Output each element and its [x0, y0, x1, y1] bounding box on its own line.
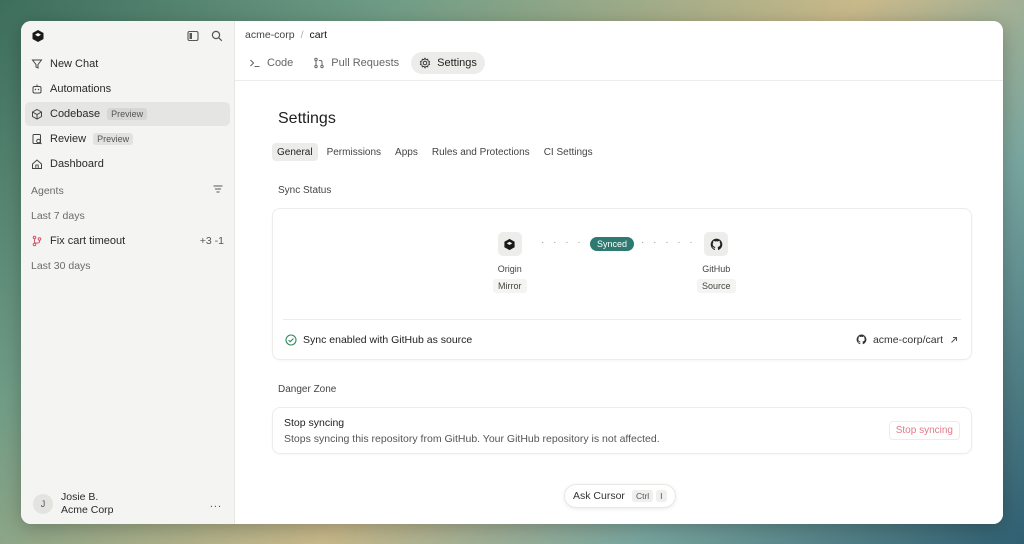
breadcrumb-org[interactable]: acme-corp: [245, 29, 295, 41]
repo-link[interactable]: acme-corp/cart: [856, 334, 959, 346]
automations-icon: [32, 84, 42, 94]
agents-heading: Agents: [21, 178, 234, 203]
tab-label: Settings: [437, 56, 477, 69]
subtab-apps[interactable]: Apps: [390, 143, 423, 161]
ask-label: Ask Cursor: [573, 490, 625, 502]
sidebar-item-label: Review: [50, 133, 87, 145]
sidebar: New Chat Automations Codebase Preview Re…: [21, 21, 235, 524]
preview-badge: Preview: [107, 108, 148, 120]
sync-status-heading: Sync Status: [278, 185, 332, 196]
subtab-permissions[interactable]: Permissions: [322, 143, 386, 161]
review-icon: [32, 134, 42, 145]
github-icon: [704, 232, 729, 256]
sync-status-card: Origin Mirror · · · · · Synced · · · · ·…: [272, 208, 972, 360]
sync-footer: Sync enabled with GitHub as source acme-…: [283, 319, 961, 359]
sidebar-item-dashboard[interactable]: Dashboard: [25, 152, 230, 176]
danger-zone-card: Stop syncing Stops syncing this reposito…: [272, 407, 972, 454]
last-30-days-heading: Last 30 days: [31, 259, 91, 272]
danger-description: Stops syncing this repository from GitHu…: [284, 433, 660, 445]
breadcrumb-repo[interactable]: cart: [310, 29, 328, 41]
main-panel: acme-corp / cart Code Pull Requests Sett…: [235, 21, 1003, 524]
filter-icon[interactable]: [212, 183, 224, 198]
origin-node: Origin Mirror: [493, 232, 527, 293]
terminal-icon: [250, 59, 260, 67]
home-icon: [32, 159, 42, 169]
agent-task-item[interactable]: Fix cart timeout +3 -1: [25, 228, 230, 253]
sync-message: Sync enabled with GitHub as source: [303, 333, 473, 346]
sidebar-item-label: Automations: [50, 83, 112, 95]
user-org: Acme Corp: [61, 504, 114, 516]
user-profile[interactable]: J Josie B. Acme Corp ...: [21, 484, 234, 524]
sync-dots-left: · · · · ·: [541, 237, 596, 248]
codebase-icon: [32, 108, 42, 120]
breadcrumb-separator: /: [300, 29, 304, 41]
check-circle-icon: [285, 333, 297, 346]
subtab-rules-and-protections[interactable]: Rules and Protections: [427, 143, 535, 161]
tab-label: Pull Requests: [331, 56, 400, 69]
danger-zone-heading: Danger Zone: [278, 384, 337, 395]
gear-icon: [419, 56, 431, 69]
tab-code[interactable]: Code: [241, 52, 301, 74]
tab-label: Code: [267, 56, 294, 69]
sidebar-item-automations[interactable]: Automations: [25, 77, 230, 101]
settings-content: Settings General Permissions Apps Rules …: [272, 80, 972, 454]
danger-title: Stop syncing: [284, 417, 345, 429]
new-chat-icon: [31, 59, 43, 69]
synced-badge: Synced: [590, 237, 635, 251]
repo-link-label: acme-corp/cart: [872, 333, 943, 346]
subtab-ci-settings[interactable]: CI Settings: [539, 143, 598, 161]
page-title: Settings: [278, 110, 336, 127]
stop-syncing-button[interactable]: Stop syncing: [888, 421, 960, 440]
repo-tabs: Code Pull Requests Settings: [235, 49, 1003, 81]
app-window: New Chat Automations Codebase Preview Re…: [21, 21, 1003, 524]
last-7-days-heading: Last 7 days: [31, 209, 85, 222]
branch-icon: [32, 235, 42, 246]
github-node: GitHub Source: [697, 232, 736, 293]
avatar: J: [33, 494, 53, 514]
subtab-general[interactable]: General: [272, 143, 318, 161]
shortcut-key-ctrl: Ctrl: [631, 490, 654, 502]
sidebar-header: [21, 21, 234, 51]
ask-cursor-button[interactable]: Ask Cursor Ctrl I: [564, 484, 676, 508]
breadcrumb: acme-corp / cart: [235, 21, 1003, 49]
sidebar-item-review[interactable]: Review Preview: [25, 127, 230, 151]
sidebar-item-label: New Chat: [50, 58, 99, 70]
shortcut-key-i: I: [656, 490, 667, 502]
github-tag: Source: [697, 279, 736, 293]
sync-dots-right: · · · · ·: [641, 237, 696, 248]
more-options-icon[interactable]: ...: [210, 498, 222, 510]
app-logo: [32, 30, 44, 42]
sidebar-item-label: Codebase: [50, 108, 101, 120]
search-icon[interactable]: [210, 29, 224, 43]
tab-pull-requests[interactable]: Pull Requests: [305, 52, 407, 74]
task-diff-count: +3 -1: [199, 234, 224, 247]
github-icon: [856, 334, 867, 345]
pull-request-icon: [314, 57, 324, 68]
agents-label: Agents: [31, 184, 64, 197]
github-label: GitHub: [702, 264, 731, 274]
origin-tag: Mirror: [493, 279, 527, 293]
settings-subtabs: General Permissions Apps Rules and Prote…: [272, 143, 972, 161]
sidebar-item-label: Dashboard: [50, 158, 104, 170]
sidebar-item-new-chat[interactable]: New Chat: [25, 52, 230, 76]
sidebar-item-codebase[interactable]: Codebase Preview: [25, 102, 230, 126]
tab-settings[interactable]: Settings: [411, 51, 485, 74]
task-label: Fix cart timeout: [50, 234, 126, 247]
origin-icon: [497, 232, 522, 256]
origin-label: Origin: [497, 264, 522, 274]
toggle-sidebar-icon[interactable]: [186, 29, 200, 43]
external-link-icon: [951, 336, 957, 343]
preview-badge: Preview: [93, 133, 134, 145]
user-name: Josie B.: [61, 491, 99, 503]
